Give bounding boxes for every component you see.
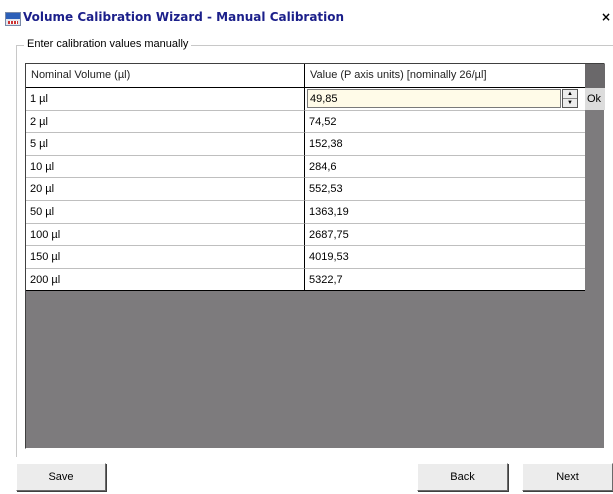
spin-down-icon[interactable]: ▼ <box>563 99 577 108</box>
nominal-volume-cell[interactable]: 5 µl <box>26 133 305 156</box>
value-cell[interactable]: 5322,7 <box>305 268 585 292</box>
next-button[interactable]: Next <box>522 463 613 491</box>
header-nominal-volume[interactable]: Nominal Volume (µl) <box>26 64 305 87</box>
table-row[interactable]: 50 µl 1363,19 <box>26 200 585 224</box>
value-spinner[interactable]: ▲ ▼ <box>562 89 578 108</box>
grid-header: Nominal Volume (µl) Value (P axis units)… <box>26 64 585 88</box>
grid-body: 1 µl ▲ ▼ 2 µl 74,52 5 µl 152,38 10 µl 28… <box>26 88 585 292</box>
title-bar: Volume Calibration Wizard - Manual Calib… <box>0 0 613 34</box>
ok-indicator[interactable]: Ok <box>587 93 601 105</box>
table-row[interactable]: 1 µl ▲ ▼ <box>26 88 585 111</box>
calibration-window: Volume Calibration Wizard - Manual Calib… <box>0 0 613 494</box>
table-row[interactable]: 100 µl 2687,75 <box>26 223 585 247</box>
nominal-volume-cell[interactable]: 150 µl <box>26 246 305 269</box>
table-row[interactable]: 10 µl 284,6 <box>26 155 585 179</box>
grid-corner <box>585 64 605 88</box>
save-button[interactable]: Save <box>16 463 106 491</box>
back-button[interactable]: Back <box>417 463 508 491</box>
close-icon[interactable]: × <box>600 10 612 24</box>
value-cell[interactable]: 284,6 <box>305 155 585 179</box>
table-row[interactable]: 20 µl 552,53 <box>26 178 585 201</box>
value-cell[interactable]: 4019,53 <box>305 246 585 269</box>
nominal-volume-cell[interactable]: 20 µl <box>26 178 305 201</box>
app-icon <box>5 12 21 26</box>
value-edit-input[interactable] <box>307 89 561 108</box>
window-title: Volume Calibration Wizard - Manual Calib… <box>23 10 345 24</box>
table-row[interactable]: 150 µl 4019,53 <box>26 246 585 269</box>
value-cell[interactable]: 152,38 <box>305 133 585 156</box>
header-value[interactable]: Value (P axis units) [nominally 26/µl] <box>305 64 585 87</box>
groupbox-label: Enter calibration values manually <box>24 38 192 50</box>
nominal-volume-cell[interactable]: 2 µl <box>26 110 305 134</box>
table-row[interactable]: 200 µl 5322,7 <box>26 268 585 292</box>
nominal-volume-cell[interactable]: 50 µl <box>26 200 305 224</box>
table-row[interactable]: 2 µl 74,52 <box>26 110 585 134</box>
nominal-volume-cell[interactable]: 1 µl <box>26 88 305 111</box>
value-cell[interactable]: 74,52 <box>305 110 585 134</box>
value-cell[interactable]: 2687,75 <box>305 223 585 247</box>
value-cell[interactable]: 552,53 <box>305 178 585 201</box>
table-row[interactable]: 5 µl 152,38 <box>26 133 585 156</box>
nominal-volume-cell[interactable]: 200 µl <box>26 268 305 292</box>
nominal-volume-cell[interactable]: 10 µl <box>26 155 305 179</box>
value-cell[interactable]: 1363,19 <box>305 200 585 224</box>
nominal-volume-cell[interactable]: 100 µl <box>26 223 305 247</box>
spin-up-icon[interactable]: ▲ <box>563 90 577 99</box>
